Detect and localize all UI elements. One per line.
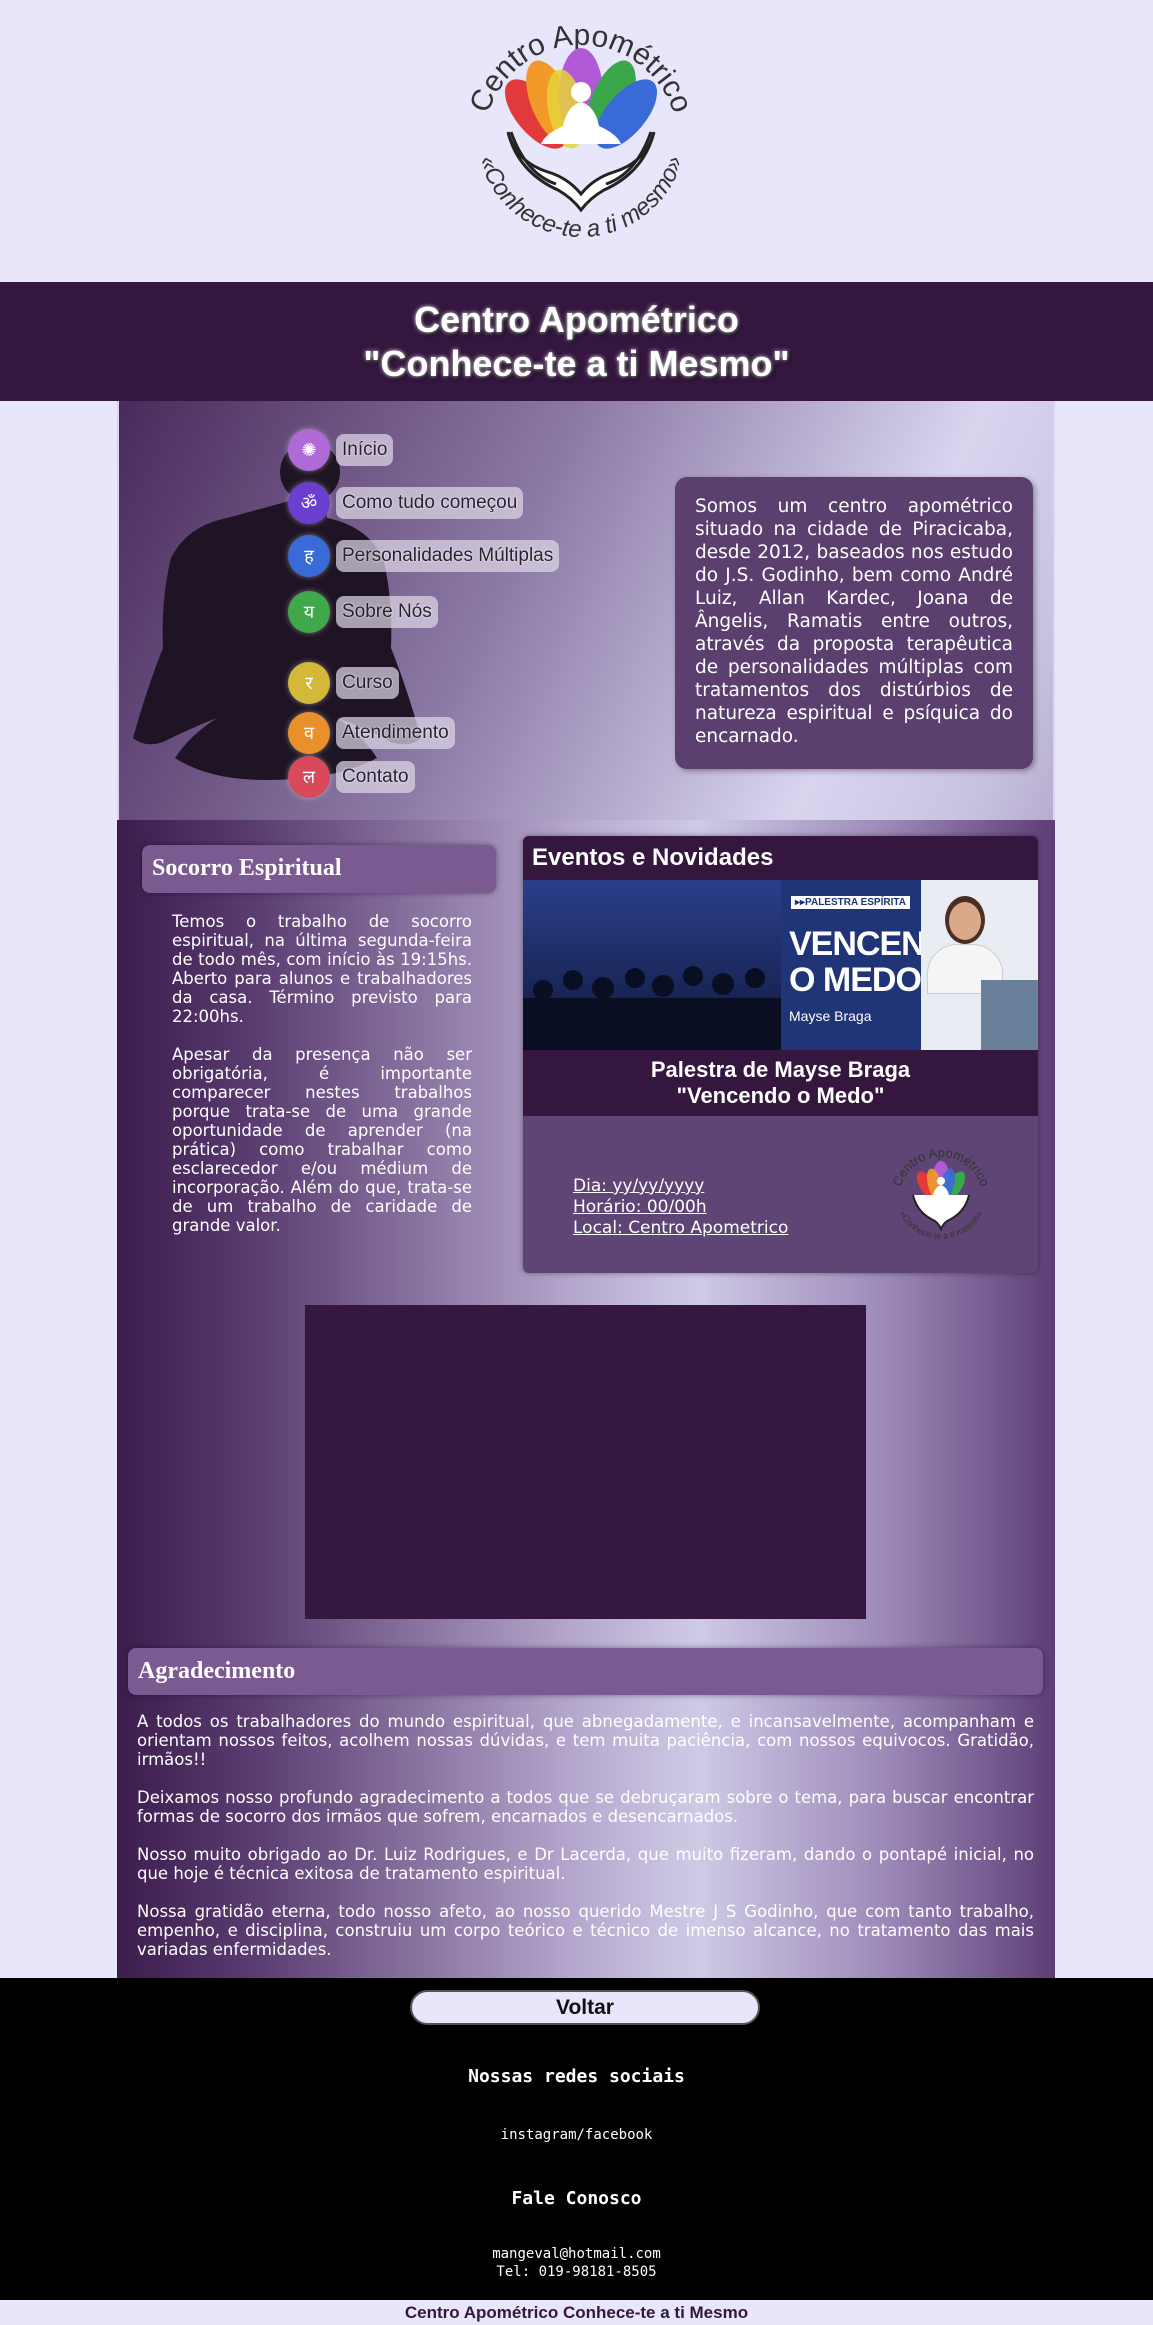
heart-chakra-icon: य (288, 591, 330, 633)
nav-item-contato[interactable]: ल Contato (288, 756, 415, 798)
nav-item-atendimento[interactable]: व Atendimento (288, 712, 455, 754)
event-logo: Centro Apométrico «Conhece-te a ti mesmo… (889, 1145, 992, 1241)
nav-label[interactable]: Como tudo começou (336, 487, 524, 519)
site-banner: Centro Apométrico "Conhece-te a ti Mesmo… (0, 282, 1153, 401)
nav-item-inicio[interactable]: ✺ Início (288, 429, 394, 471)
events-card: Eventos e Novidades ▸▸PALESTRA ESPÍRITA … (523, 836, 1038, 1273)
embedded-video[interactable] (305, 1305, 866, 1619)
agradecimento-paragraph: Deixamos nosso profundo agradecimento a … (137, 1788, 1034, 1826)
event-caption-line: Palestra de Mayse Braga (650, 1057, 911, 1082)
audience-photo (523, 880, 781, 1050)
event-image[interactable]: ▸▸PALESTRA ESPÍRITA VENCENDO O MEDO Mayse… (523, 880, 1038, 1050)
contact-email[interactable]: mangeval@hotmail.com (0, 2245, 1153, 2263)
contact-heading: Fale Conosco (511, 2188, 642, 2209)
about-box: Somos um centro apométrico situado na ci… (675, 477, 1033, 769)
back-button[interactable]: Voltar (410, 1990, 760, 2025)
socorro-paragraph: Apesar da presença não ser obrigatória, … (172, 1045, 472, 1235)
event-details[interactable]: Dia: yy/yy/yyyy Horário: 00/00h Local: C… (573, 1176, 788, 1239)
contact-phone: Tel: 019-98181-8505 (496, 2264, 657, 2280)
nav-label[interactable]: Personalidades Múltiplas (336, 540, 560, 572)
nav-item-sobre-nos[interactable]: य Sobre Nós (288, 591, 438, 633)
nav-label[interactable]: Sobre Nós (336, 596, 438, 628)
nav-label[interactable]: Atendimento (336, 717, 455, 749)
crown-chakra-icon: ✺ (288, 429, 330, 471)
social-link[interactable]: instagram/facebook (0, 2126, 1153, 2144)
poster-speaker: Mayse Braga (789, 1008, 872, 1024)
site-logo: Centro Apométrico «Conhece-te a ti mesmo… (463, 19, 698, 243)
third-eye-chakra-icon: ॐ (288, 482, 330, 524)
events-heading: Eventos e Novidades (523, 836, 1038, 880)
social-heading: Nossas redes sociais (468, 2066, 685, 2087)
event-place[interactable]: Local: Centro Apometrico (573, 1218, 788, 1239)
nav-item-personalidades[interactable]: ह Personalidades Múltiplas (288, 535, 560, 577)
event-caption-line: "Vencendo o Medo" (676, 1083, 885, 1108)
agradecimento-paragraph: Nossa gratidão eterna, todo nosso afeto,… (137, 1902, 1034, 1959)
agradecimento-text: A todos os trabalhadores do mundo espiri… (137, 1712, 1034, 1978)
banner-title: Centro Apométrico (414, 299, 739, 340)
nav-item-como-tudo-comecou[interactable]: ॐ Como tudo começou (288, 482, 524, 524)
nav-label[interactable]: Curso (336, 667, 399, 699)
throat-chakra-icon: ह (288, 535, 330, 577)
bottom-bar: Centro Apométrico Conhece-te a ti Mesmo (404, 2303, 749, 2322)
socorro-heading: Socorro Espiritual (142, 845, 496, 893)
nav-item-curso[interactable]: र Curso (288, 662, 399, 704)
speaker-photo (921, 880, 1038, 1050)
event-poster: ▸▸PALESTRA ESPÍRITA VENCENDO O MEDO Mayse… (781, 880, 1038, 1050)
socorro-text: Temos o trabalho de socorro espiritual, … (172, 912, 472, 1254)
banner-subtitle: "Conhece-te a ti Mesmo" (363, 343, 790, 384)
agradecimento-heading: Agradecimento (128, 1648, 1043, 1695)
solar-plexus-chakra-icon: र (288, 662, 330, 704)
nav-label[interactable]: Contato (336, 761, 415, 793)
agradecimento-paragraph: Nosso muito obrigado ao Dr. Luiz Rodrigu… (137, 1845, 1034, 1883)
audience-illustration (523, 966, 781, 1050)
socorro-paragraph: Temos o trabalho de socorro espiritual, … (172, 912, 472, 1026)
event-time[interactable]: Horário: 00/00h (573, 1197, 788, 1218)
root-chakra-icon: ल (288, 756, 330, 798)
event-date[interactable]: Dia: yy/yy/yyyy (573, 1176, 788, 1197)
nav-label[interactable]: Início (336, 434, 394, 466)
poster-tag: ▸▸PALESTRA ESPÍRITA (791, 896, 910, 909)
event-caption: Palestra de Mayse Braga "Vencendo o Medo… (523, 1050, 1038, 1116)
agradecimento-paragraph: A todos os trabalhadores do mundo espiri… (137, 1712, 1034, 1769)
sacral-chakra-icon: व (288, 712, 330, 754)
site-footer: Voltar Nossas redes sociais instagram/fa… (0, 1978, 1153, 2300)
